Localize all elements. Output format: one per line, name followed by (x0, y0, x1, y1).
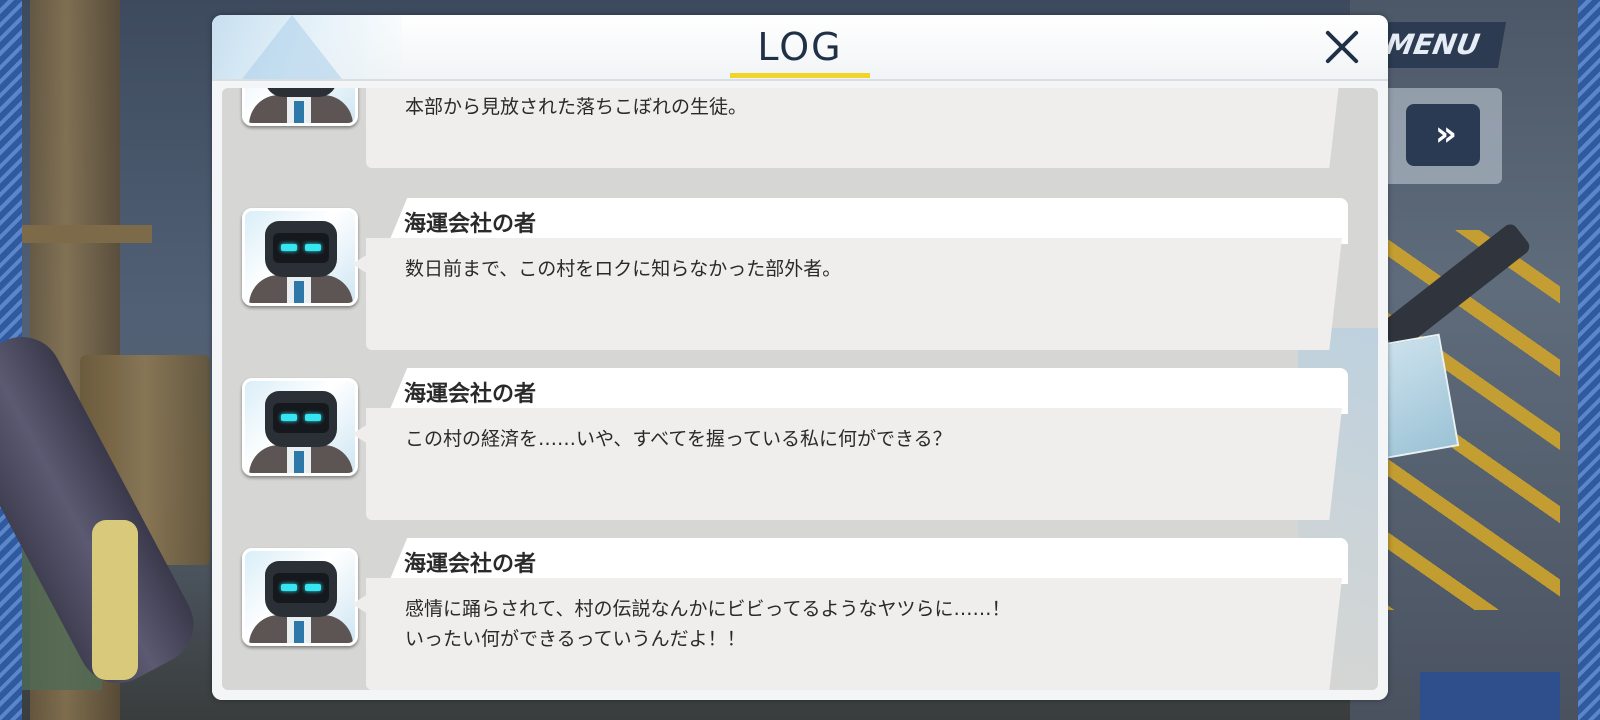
close-icon[interactable] (1322, 27, 1362, 67)
robot-avatar-icon (242, 88, 358, 126)
log-entry: 海運会社の者 この村の経済を……いや、すべてを握っている私に何ができる？ (222, 368, 1378, 528)
menu-button[interactable]: MENU (1367, 22, 1507, 68)
right-border-stripe (1578, 0, 1600, 720)
dialogue-text: 本部から見放された落ちこぼれの生徒。 (405, 96, 748, 118)
background-bottle (92, 520, 138, 680)
menu-label: MENU (1383, 28, 1483, 61)
bubble-tail (352, 424, 368, 444)
log-title: LOG (757, 25, 843, 69)
dialogue-text: 感情に踊らされて、村の伝説なんかにビビってるようなヤツらに……！ いったい何がで… (405, 598, 1011, 650)
dialogue-text: この村の経済を……いや、すべてを握っている私に何ができる？ (405, 428, 952, 450)
robot-avatar-icon (242, 548, 358, 646)
log-list[interactable]: 本部から見放された落ちこぼれの生徒。 海運会社の者 数日前まで、この村をロクに知… (222, 88, 1378, 690)
fast-forward-icon: » (1435, 114, 1457, 154)
log-entry: 海運会社の者 感情に踊らされて、村の伝説なんかにビビってるようなヤツらに……！ … (222, 538, 1378, 690)
skip-button[interactable]: » (1406, 104, 1480, 166)
log-header: LOG (212, 15, 1388, 79)
speaker-name: 海運会社の者 (404, 552, 537, 577)
log-entry: 本部から見放された落ちこぼれの生徒。 (222, 88, 1378, 178)
title-underline (730, 73, 870, 78)
robot-avatar-icon (242, 378, 358, 476)
bubble-tail (352, 254, 368, 274)
dialogue-text: 数日前まで、この村をロクに知らなかった部外者。 (405, 258, 842, 280)
speaker-name: 海運会社の者 (404, 382, 537, 407)
speaker-name: 海運会社の者 (404, 212, 537, 237)
log-modal: LOG 本部から見放された落ちこぼれの生徒。 海運会社の者 数日前まで、この村を… (212, 15, 1388, 700)
bubble-tail (352, 594, 368, 614)
background-beam (22, 225, 152, 243)
log-entry: 海運会社の者 数日前まで、この村をロクに知らなかった部外者。 (222, 198, 1378, 358)
header-divider (212, 79, 1388, 81)
background-crate-right (1420, 672, 1560, 720)
modal-bottom-edge (212, 690, 1388, 700)
robot-avatar-icon (242, 208, 358, 306)
